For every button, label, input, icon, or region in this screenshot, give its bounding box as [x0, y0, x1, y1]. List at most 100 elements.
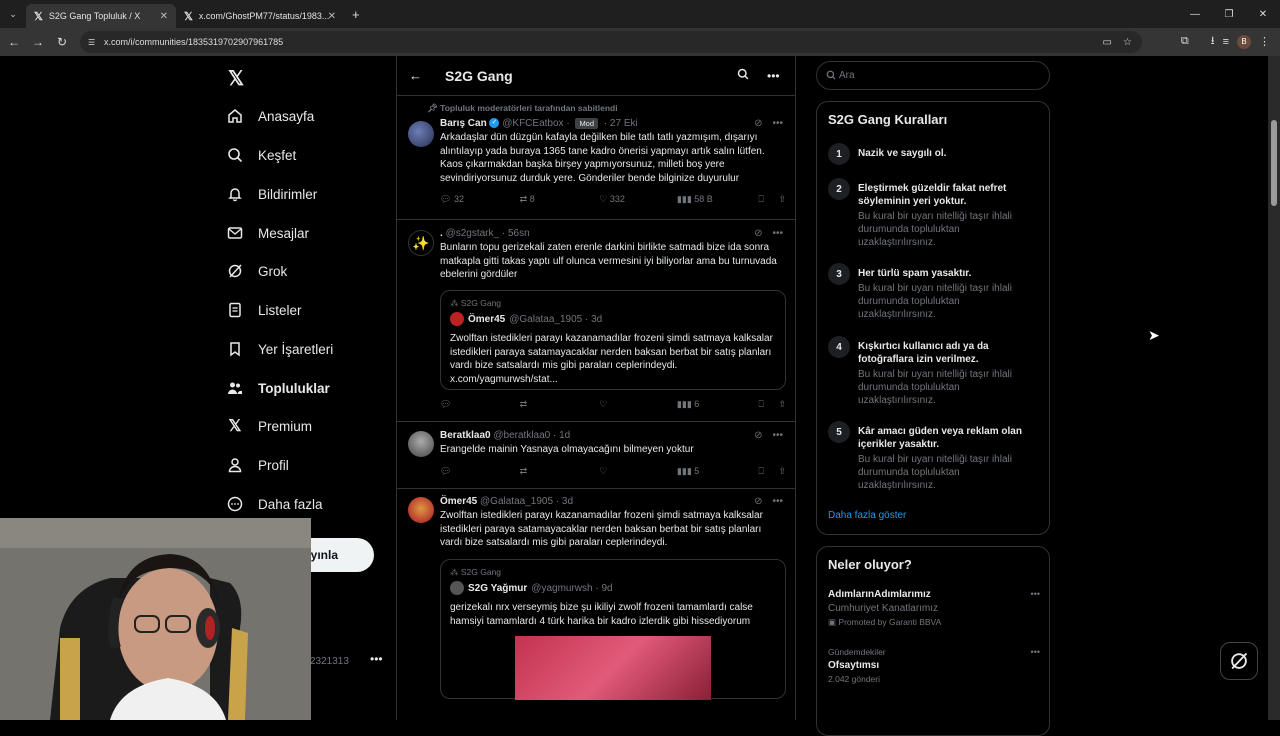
- close-tab-icon[interactable]: ✕: [160, 11, 168, 22]
- author-name[interactable]: Beratklaa0: [440, 430, 491, 441]
- nav-premium[interactable]: 𝕏 Premium: [226, 411, 312, 441]
- media-icon[interactable]: ≡: [1223, 36, 1229, 48]
- nav-label: Keşfet: [258, 147, 297, 163]
- new-tab-icon[interactable]: +: [352, 7, 360, 22]
- tweet-more-icon[interactable]: •••: [772, 430, 783, 441]
- reply-button[interactable]: 💬︎: [440, 399, 520, 410]
- nav-notifications[interactable]: Bildirimler: [226, 179, 317, 209]
- scrollbar-thumb[interactable]: [1271, 120, 1277, 206]
- author-handle[interactable]: @KFCEatbox: [502, 118, 563, 129]
- back-nav-icon[interactable]: ←: [2, 35, 26, 49]
- author-handle[interactable]: @beratklaa0: [493, 430, 550, 441]
- back-arrow-icon[interactable]: ←: [409, 68, 422, 83]
- like-button[interactable]: ♡ 332: [599, 194, 677, 205]
- reply-button[interactable]: 💬︎: [440, 466, 520, 477]
- bookmark-star-icon[interactable]: ☆: [1123, 37, 1132, 48]
- tweet-time[interactable]: 3d: [562, 496, 573, 507]
- menu-icon[interactable]: ⋮: [1259, 35, 1270, 48]
- download-icon[interactable]: ⭳: [1211, 32, 1215, 51]
- x-logo-icon[interactable]: 𝕏: [228, 66, 244, 91]
- like-button[interactable]: ♡: [599, 399, 677, 410]
- author-name[interactable]: Ömer45: [440, 496, 477, 507]
- quoted-tweet[interactable]: ⁂ S2G Gang Ömer45 @Galataa_1905 · 3d Zwo…: [440, 290, 786, 390]
- nav-home[interactable]: Anasayfa: [226, 101, 314, 131]
- repost-button[interactable]: ⇄ 8: [520, 194, 600, 205]
- views-button[interactable]: ▮▮▮ 58 B: [677, 194, 759, 205]
- bookmark-icon[interactable]: ⎕: [759, 194, 779, 205]
- share-icon[interactable]: ⇧: [778, 194, 786, 205]
- quoted-tweet[interactable]: ⁂ S2G Gang S2G Yağmur @yagmurwsh · 9d ge…: [440, 559, 786, 700]
- tweet[interactable]: Ömer45 @Galataa_1905 · 3d Zwolftan isted…: [397, 489, 795, 709]
- trend-item[interactable]: Gündemdekiler Ofsaytımsı 2.042 gönderi •…: [828, 647, 1040, 684]
- author-name[interactable]: Barış Can: [440, 118, 487, 129]
- avatar[interactable]: ✨: [408, 230, 434, 256]
- like-button[interactable]: ♡: [599, 466, 677, 477]
- nav-profile[interactable]: Profil: [226, 450, 289, 480]
- grok-floating-button[interactable]: [1220, 642, 1258, 680]
- repost-button[interactable]: ⇄: [520, 466, 600, 477]
- tweet-more-icon[interactable]: •••: [772, 228, 783, 239]
- nav-bookmarks[interactable]: Yer İşaretleri: [226, 334, 333, 364]
- nav-communities[interactable]: Topluluklar: [226, 373, 330, 403]
- site-info-icon[interactable]: ☰: [88, 38, 95, 47]
- grok-explain-icon[interactable]: ⊘: [754, 228, 762, 239]
- profile-avatar[interactable]: B: [1237, 34, 1251, 49]
- avatar[interactable]: [408, 431, 434, 457]
- grok-explain-icon[interactable]: ⊘: [754, 430, 762, 441]
- close-tab-icon[interactable]: ✕: [328, 11, 336, 22]
- account-handle[interactable]: 2321313: [310, 656, 349, 667]
- author-name[interactable]: .: [440, 228, 443, 239]
- x-tab-icon: 𝕏: [34, 10, 43, 23]
- tweet-time[interactable]: 27 Eki: [610, 118, 638, 129]
- url-field[interactable]: ☰ x.com/i/communities/183531970290796178…: [80, 31, 1142, 53]
- author-handle[interactable]: @s2gstark_: [446, 228, 500, 239]
- quote-media-image[interactable]: [515, 636, 711, 700]
- nav-messages[interactable]: Mesajlar: [226, 218, 309, 248]
- trend-item[interactable]: AdımlarınAdımlarımız Cumhuriyet Kanatlar…: [828, 589, 1040, 628]
- tweet[interactable]: 📌︎ Topluluk moderatörleri tarafından sab…: [397, 96, 795, 220]
- trend-more-icon[interactable]: •••: [1031, 647, 1040, 657]
- tweet[interactable]: Beratklaa0 @beratklaa0 · 1d Erangelde ma…: [397, 422, 795, 489]
- nav-grok[interactable]: Grok: [226, 256, 287, 286]
- author-handle[interactable]: @Galataa_1905: [480, 496, 553, 507]
- repost-button[interactable]: ⇄: [520, 399, 600, 410]
- tweet[interactable]: ✨ . @s2gstark_ · 56sn Bunların topu geri…: [397, 220, 795, 422]
- avatar[interactable]: [408, 497, 434, 523]
- more-options-icon[interactable]: •••: [767, 69, 780, 83]
- nav-more[interactable]: Daha fazla: [226, 489, 323, 519]
- tab-status[interactable]: 𝕏 x.com/GhostPM77/status/1983... ✕: [176, 4, 344, 28]
- tweet-time[interactable]: 56sn: [508, 228, 530, 239]
- minimize-icon[interactable]: —: [1178, 0, 1212, 28]
- search-icon[interactable]: [737, 68, 749, 83]
- tweet-more-icon[interactable]: •••: [772, 118, 783, 129]
- share-icon[interactable]: ⇧: [778, 466, 786, 477]
- bookmark-icon[interactable]: ⎕: [759, 466, 779, 477]
- restore-icon[interactable]: ❐: [1212, 0, 1246, 28]
- reload-icon[interactable]: ↻: [50, 35, 74, 49]
- extensions-icon[interactable]: ⧉: [1181, 35, 1189, 48]
- tweet-header: Beratklaa0 @beratklaa0 · 1d: [440, 430, 571, 441]
- grok-explain-icon[interactable]: ⊘: [754, 496, 762, 507]
- show-more-link[interactable]: Daha fazla göster: [828, 510, 906, 521]
- share-icon[interactable]: ⇧: [778, 399, 786, 410]
- nav-lists[interactable]: Listeler: [226, 295, 302, 325]
- forward-nav-icon[interactable]: →: [26, 35, 50, 49]
- tweet-time[interactable]: 1d: [559, 430, 570, 441]
- close-window-icon[interactable]: ✕: [1246, 0, 1280, 28]
- tab-list-icon[interactable]: ⌄: [0, 9, 26, 20]
- page-scrollbar[interactable]: [1268, 56, 1280, 720]
- trend-more-icon[interactable]: •••: [1031, 589, 1040, 599]
- reply-button[interactable]: 💬︎ 32: [440, 194, 520, 205]
- search-input[interactable]: Ara: [816, 61, 1050, 90]
- views-button[interactable]: ▮▮▮ 6: [677, 399, 759, 410]
- bookmark-icon[interactable]: ⎕: [759, 399, 779, 410]
- avatar[interactable]: [408, 121, 434, 147]
- grok-explain-icon[interactable]: ⊘: [754, 118, 762, 129]
- bookmark-icon: [226, 340, 244, 358]
- views-button[interactable]: ▮▮▮ 5: [677, 466, 759, 477]
- tweet-more-icon[interactable]: •••: [772, 496, 783, 507]
- account-more-icon[interactable]: •••: [370, 652, 383, 666]
- nav-explore[interactable]: Keşfet: [226, 140, 296, 170]
- install-icon[interactable]: ▭: [1103, 37, 1112, 48]
- tab-s2g-gang[interactable]: 𝕏 S2G Gang Topluluk / X ✕: [26, 4, 176, 28]
